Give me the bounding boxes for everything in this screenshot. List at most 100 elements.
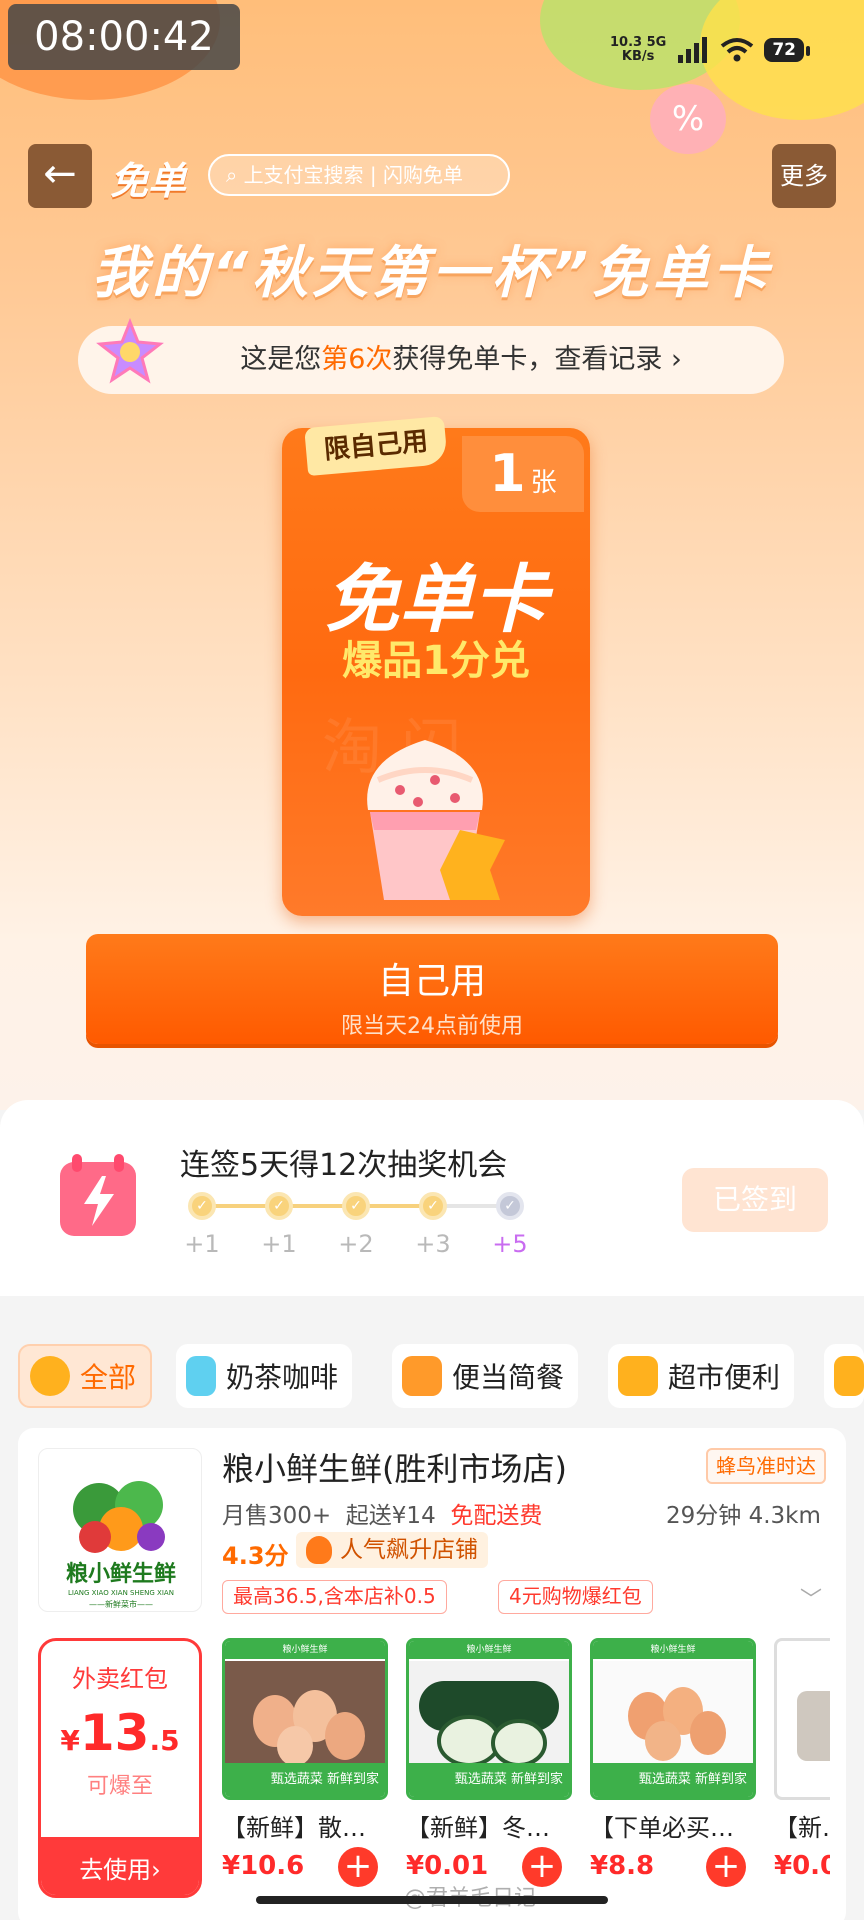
product-image <box>774 1638 830 1800</box>
category-label: 便当简餐 <box>452 1361 565 1394</box>
page-headline: 我的“秋天第一杯”免单卡 <box>91 241 773 306</box>
category-label: 奶茶咖啡 <box>226 1361 339 1394</box>
use-self-button[interactable]: 自己用 限当天24点前使用 <box>86 934 778 1044</box>
arrow-left-icon: ← <box>43 151 77 197</box>
percent-badge-icon: % <box>650 84 726 154</box>
net-speed: 10.3 5G KB/s <box>610 35 667 64</box>
logo-sub: ——新鲜菜市—— <box>89 1599 153 1609</box>
redpack-amount-dec: .5 <box>149 1724 180 1757</box>
wifi-icon <box>721 38 754 62</box>
category-label: 超市便利 <box>668 1361 781 1394</box>
redpack-amount: ¥13.5 <box>41 1704 199 1762</box>
checkin-dot-done: ✓ <box>342 1192 370 1220</box>
search-icon: ⌕ <box>226 163 238 187</box>
vegetable-logo-icon: 粮小鲜生鲜 LIANG XIAO XIAN SHENG XIAN ——新鲜菜市—… <box>66 1481 176 1609</box>
store-meta: 月售300+ 起送¥14 免配送费 <box>222 1496 542 1530</box>
back-button[interactable]: ← <box>28 144 92 208</box>
search-input[interactable]: ⌕ 上支付宝搜索 | 闪购免单 <box>208 154 510 196</box>
checkin-title: 连签5天得12次抽奖机会 <box>180 1148 508 1183</box>
eggs-image <box>225 1661 385 1771</box>
category-tab-bento[interactable]: 便当简餐 <box>392 1344 579 1408</box>
product-image: 粮小鲜生鲜 甄选蔬菜 新鲜到家 <box>406 1638 572 1800</box>
redpack-use-button[interactable]: 去使用› <box>41 1837 199 1895</box>
status-icons: 10.3 5G KB/s 72 <box>610 30 810 70</box>
product-item[interactable]: 粮小鲜生鲜 甄选蔬菜 新鲜到家 【新鲜】冬… ¥0.01 + <box>406 1638 572 1887</box>
product-image-top: 粮小鲜生鲜 <box>593 1641 753 1659</box>
logo-text: 粮小鲜生鲜 <box>66 1561 176 1587</box>
category-icon <box>834 1356 864 1396</box>
record-prefix: 这是您 <box>240 344 322 375</box>
product-banner: 甄选蔬菜 新鲜到家 <box>593 1763 753 1797</box>
use-self-sublabel: 限当天24点前使用 <box>341 1014 523 1039</box>
product-name: 【新鲜】散… <box>222 1814 366 1842</box>
checkin-reward: +3 <box>415 1230 451 1258</box>
product-item[interactable]: 【新… ¥0.0 <box>774 1638 830 1881</box>
status-time: 08:00:42 <box>8 4 240 70</box>
free-delivery: 免配送费 <box>450 1503 543 1529</box>
product-banner: 甄选蔬菜 新鲜到家 <box>225 1763 385 1797</box>
redpack-amount-int: 13 <box>79 1704 150 1762</box>
star-wand-icon <box>96 318 164 384</box>
home-indicator[interactable] <box>256 1896 608 1904</box>
bento-box-icon <box>402 1356 442 1396</box>
product-price: ¥0.0 <box>774 1851 830 1881</box>
checkin-dot-done: ✓ <box>265 1192 293 1220</box>
fire-icon <box>306 1536 332 1564</box>
product-image: 粮小鲜生鲜 甄选蔬菜 新鲜到家 <box>222 1638 388 1800</box>
ice-cream-cup-icon <box>367 740 505 900</box>
product-image-top: 粮小鲜生鲜 <box>409 1641 569 1659</box>
delivery-time-distance: 29分钟 4.3km <box>666 1503 821 1529</box>
redpack-currency: ¥ <box>60 1724 80 1757</box>
takeout-redpack[interactable]: 外卖红包 ¥13.5 可爆至 去使用› <box>38 1638 202 1898</box>
record-link[interactable]: 这是您第6次获得免单卡，查看记录 › <box>78 326 784 394</box>
chevron-down-icon[interactable]: ﹀ <box>800 1582 822 1614</box>
calendar-lightning-icon <box>60 1154 136 1236</box>
product-photo <box>797 1691 830 1761</box>
logo-pinyin: LIANG XIAO XIAN SHENG XIAN <box>68 1589 174 1597</box>
card-subtitle: 爆品1分兑 <box>342 638 530 684</box>
search-placeholder: 上支付宝搜索 | 闪购免单 <box>243 163 464 187</box>
min-order: 起送¥14 <box>345 1503 436 1529</box>
brand-logo: 免单 <box>110 159 187 203</box>
category-tab-supermarket[interactable]: 超市便利 <box>608 1344 795 1408</box>
category-tab-tea-coffee[interactable]: 奶茶咖啡 <box>176 1344 353 1408</box>
eggs-image <box>593 1661 753 1771</box>
card-count-unit: 张 <box>530 468 557 498</box>
redpack-upgrade: 可爆至 <box>86 1774 153 1799</box>
store-name[interactable]: 粮小鲜生鲜(胜利市场店) <box>222 1444 567 1490</box>
product-banner: 甄选蔬菜 新鲜到家 <box>409 1763 569 1797</box>
record-suffix: 获得免单卡，查看记录 › <box>392 344 682 375</box>
product-item[interactable]: 粮小鲜生鲜 甄选蔬菜 新鲜到家 【下单必买… ¥8.8 + <box>590 1638 756 1887</box>
more-button[interactable]: 更多 <box>772 144 836 208</box>
product-name: 【新鲜】冬… <box>406 1814 550 1842</box>
coupon-tag: 4元购物爆红包 <box>498 1580 653 1614</box>
coupon-tag: 最高36.5,含本店补0.5 <box>222 1580 447 1614</box>
product-name: 【下单必买… <box>590 1814 734 1842</box>
card-count-number: 1 <box>489 444 526 504</box>
checkin-dot-done: ✓ <box>188 1192 216 1220</box>
redpack-title: 外卖红包 <box>72 1665 168 1693</box>
checkin-reward: +2 <box>338 1230 374 1258</box>
add-to-cart-button[interactable]: + <box>706 1847 746 1887</box>
battery-indicator: 72 <box>764 38 810 62</box>
category-tab-all[interactable]: 全部 <box>18 1344 153 1408</box>
store-logo: 粮小鲜生鲜 LIANG XIAO XIAN SHENG XIAN ——新鲜菜市—… <box>38 1448 202 1612</box>
product-name: 【新… <box>774 1814 830 1842</box>
checkin-dot-done: ✓ <box>419 1192 447 1220</box>
checkin-reward-final: +5 <box>492 1230 528 1258</box>
product-item[interactable]: 粮小鲜生鲜 甄选蔬菜 新鲜到家 【新鲜】散… ¥10.6 + <box>222 1638 388 1887</box>
use-self-label: 自己用 <box>377 961 486 1002</box>
store-icon <box>618 1356 658 1396</box>
signed-in-button[interactable]: 已签到 <box>682 1168 828 1232</box>
category-tab-more[interactable] <box>824 1344 864 1408</box>
winter-melon-image <box>409 1661 569 1771</box>
card-count: 1 张 <box>462 436 584 512</box>
rice-bowl-icon <box>30 1356 70 1396</box>
checkin-dot-pending: ✓ <box>496 1192 524 1220</box>
record-count: 第6次 <box>321 344 393 375</box>
checkin-reward: +1 <box>261 1230 297 1258</box>
add-to-cart-button[interactable]: + <box>338 1847 378 1887</box>
signal-icon <box>678 37 708 63</box>
delivery-badge: 蜂鸟准时达 <box>706 1448 826 1484</box>
drink-cup-icon <box>186 1356 216 1396</box>
